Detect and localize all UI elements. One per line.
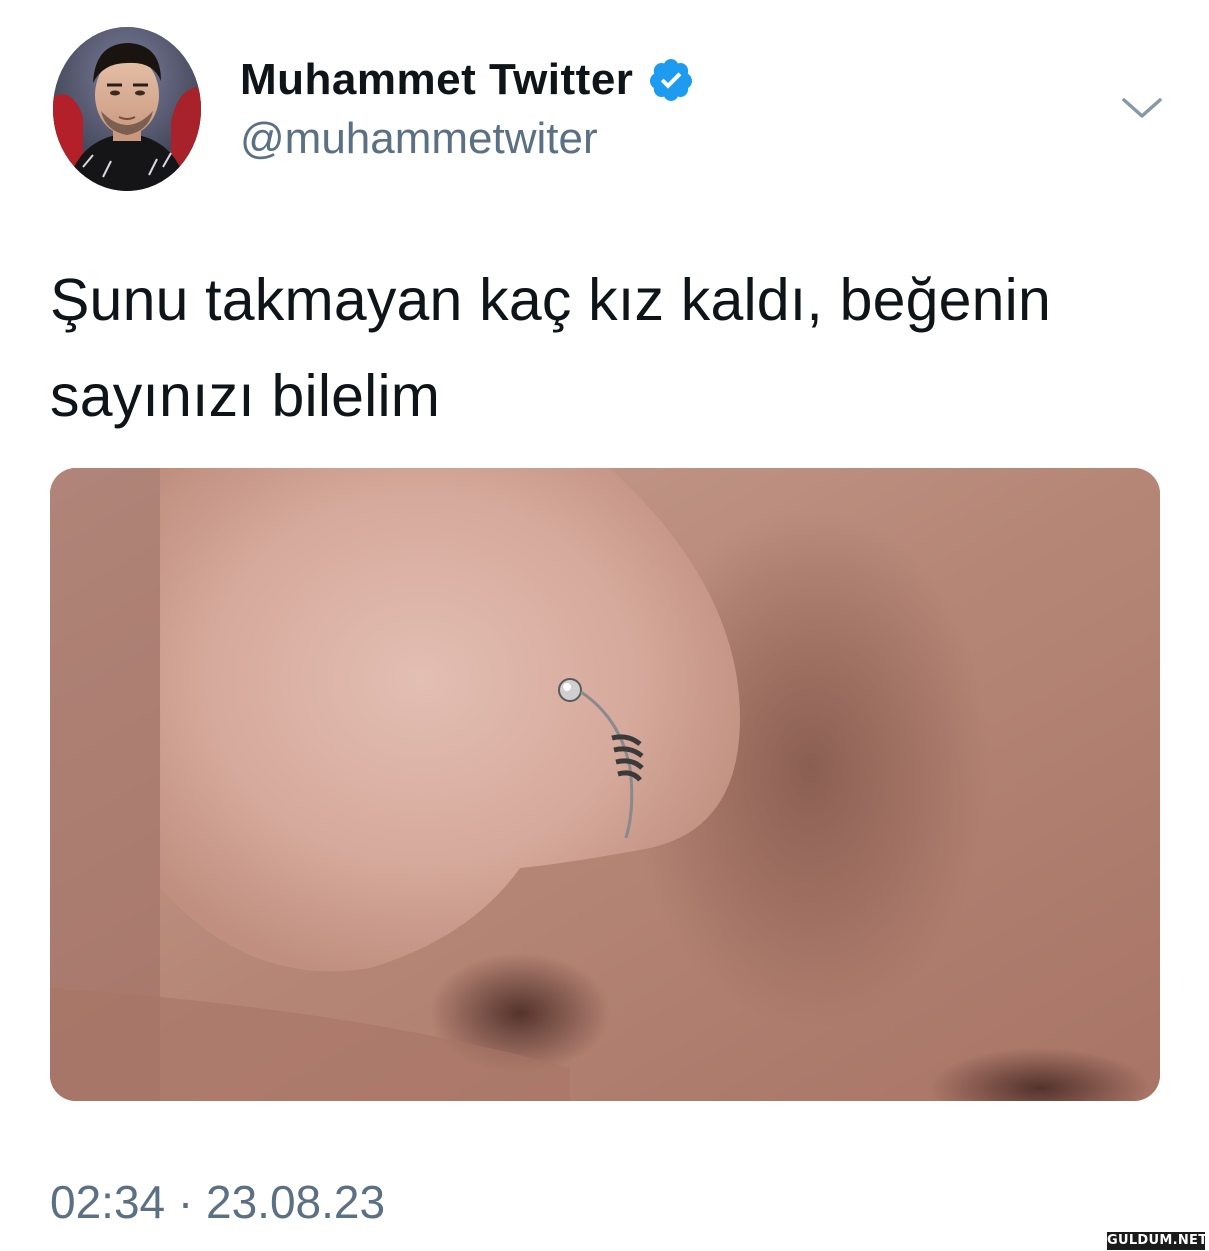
tweet-timestamp[interactable]: 02:34 · 23.08.23 bbox=[50, 1175, 385, 1229]
avatar-photo-icon bbox=[53, 27, 201, 191]
tweet-card: Muhammet Twitter @muhammetwiter Şunu tak… bbox=[0, 0, 1209, 1251]
tweet-media-photo[interactable] bbox=[50, 468, 1160, 1101]
tweet-text: Şunu takmayan kaç kız kaldı, beğenin say… bbox=[50, 252, 1170, 444]
author-handle[interactable]: @muhammetwiter bbox=[240, 114, 598, 164]
author-avatar[interactable] bbox=[53, 27, 201, 191]
verified-badge-icon bbox=[647, 56, 695, 104]
tweet-text-line-1: Şunu takmayan kaç kız kaldı, beğenin bbox=[50, 267, 1051, 333]
author-name-text[interactable]: Muhammet Twitter bbox=[240, 55, 633, 105]
tweet-date: 23.08.23 bbox=[206, 1176, 386, 1228]
tweet-time: 02:34 bbox=[50, 1176, 166, 1228]
site-watermark: GULDUM.NET bbox=[1107, 1232, 1208, 1250]
nose-piercing-photo-icon bbox=[50, 468, 1160, 1101]
tweet-text-line-2: sayınızı bilelim bbox=[50, 363, 441, 429]
timestamp-separator: · bbox=[177, 1176, 194, 1228]
author-name[interactable]: Muhammet Twitter bbox=[240, 55, 695, 105]
tweet-options-chevron-down-icon[interactable] bbox=[1120, 94, 1164, 124]
